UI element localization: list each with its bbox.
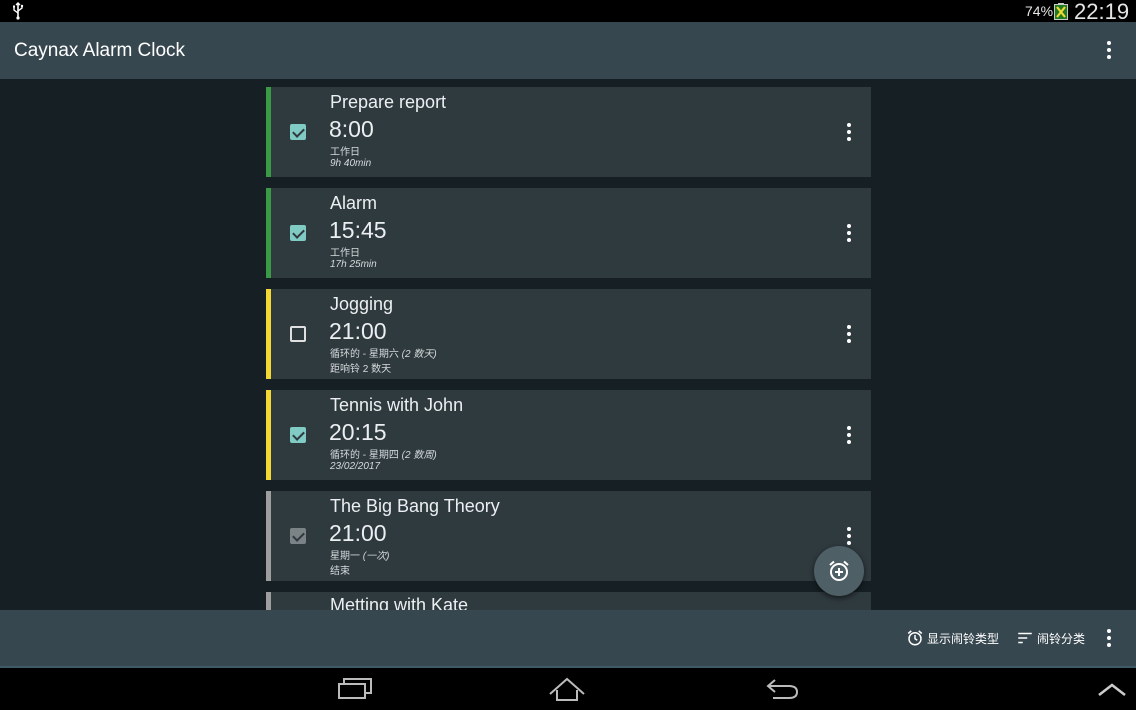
alarm-enabled-checkbox[interactable] <box>290 427 306 443</box>
alarm-card[interactable]: Alarm 15:45 工作日 17h 25min <box>266 188 871 278</box>
alarm-time: 15:45 <box>329 217 387 243</box>
status-bar: 74% 22:19 <box>0 0 1136 24</box>
add-alarm-icon <box>829 560 849 581</box>
sort-alarms-label: 闹铃分类 <box>1037 631 1086 646</box>
alarm-type-accent <box>266 491 271 581</box>
app-title: Caynax Alarm Clock <box>14 40 186 61</box>
alarm-time: 8:00 <box>329 116 374 142</box>
alarm-days: 循环的 - 星期四 (2 数周) <box>330 446 437 461</box>
alarm-status: 结束 <box>330 566 350 577</box>
alarm-type-accent <box>266 289 271 379</box>
alarm-type-accent <box>266 390 271 480</box>
show-alarm-types-label: 显示闹铃类型 <box>927 631 1000 646</box>
add-alarm-button[interactable] <box>814 546 864 596</box>
alarm-remaining: 17h 25min <box>330 259 377 270</box>
alarm-overflow-icon[interactable] <box>839 423 859 447</box>
show-alarm-types-button[interactable]: 显示闹铃类型 <box>906 628 999 648</box>
alarm-card[interactable]: Prepare report 8:00 工作日 9h 40min <box>266 87 871 177</box>
alarm-time: 21:00 <box>329 318 387 344</box>
alarm-overflow-icon[interactable] <box>839 322 859 346</box>
bottom-action-bar: 显示闹铃类型 闹铃分类 <box>0 610 1136 667</box>
alarm-card[interactable]: Metting with Kate <box>266 592 871 610</box>
alarm-overflow-icon[interactable] <box>839 221 859 245</box>
alarm-enabled-checkbox[interactable] <box>290 225 306 241</box>
alarm-days-text: 循环的 - 星期四 <box>330 450 402 461</box>
recent-apps-icon[interactable] <box>336 674 374 704</box>
alarm-type-accent <box>266 87 271 177</box>
alarm-time: 20:15 <box>329 419 387 445</box>
alarm-date: 23/02/2017 <box>330 461 381 472</box>
alarm-enabled-checkbox <box>290 528 306 544</box>
alarm-name: The Big Bang Theory <box>330 496 500 516</box>
alarm-remaining: 9h 40min <box>330 158 372 169</box>
alarm-type-accent <box>266 592 271 610</box>
alarm-list: Prepare report 8:00 工作日 9h 40min Alarm 1… <box>0 79 1136 610</box>
battery-icon <box>1054 3 1068 20</box>
app-bar: Caynax Alarm Clock <box>0 22 1136 79</box>
alarm-days: 星期一 (一次) <box>330 547 389 562</box>
alarm-card[interactable]: Tennis with John 20:15 循环的 - 星期四 (2 数周) … <box>266 390 871 480</box>
alarm-name: Alarm <box>330 193 378 213</box>
overflow-menu-icon[interactable] <box>1099 38 1119 62</box>
alarm-repeat-text: (一次) <box>362 551 390 562</box>
alarm-name: Jogging <box>330 294 394 314</box>
alarm-days-text: 循环的 - 星期六 <box>330 349 402 360</box>
sort-alarms-button[interactable]: 闹铃分类 <box>1016 628 1085 648</box>
battery-percent: 74% <box>1025 3 1054 19</box>
alarm-name: Prepare report <box>330 92 447 112</box>
alarm-enabled-checkbox[interactable] <box>290 124 306 140</box>
alarm-enabled-checkbox[interactable] <box>290 326 306 342</box>
alarm-time: 21:00 <box>329 520 387 546</box>
home-icon[interactable] <box>547 674 587 704</box>
alarm-overflow-icon[interactable] <box>839 120 859 144</box>
usb-icon <box>13 2 24 20</box>
alarm-repeat-text: (2 数周) <box>401 450 437 461</box>
alarm-days: 工作日 <box>330 147 360 158</box>
alarm-overflow-icon[interactable] <box>839 524 859 548</box>
alarm-card[interactable]: The Big Bang Theory 21:00 星期一 (一次) 结束 <box>266 491 871 581</box>
alarm-days: 循环的 - 星期六 (2 数天) <box>330 345 437 360</box>
chevron-up-icon[interactable] <box>1096 680 1128 700</box>
sort-icon <box>1018 632 1032 644</box>
alarm-name: Metting with Kate <box>330 595 469 610</box>
alarm-card[interactable]: Jogging 21:00 循环的 - 星期六 (2 数天) 距响铃 2 数天 <box>266 289 871 379</box>
alarm-repeat-text: (2 数天) <box>401 349 437 360</box>
alarm-remaining: 距响铃 2 数天 <box>330 364 392 375</box>
back-icon[interactable] <box>763 674 801 704</box>
overflow-menu-icon[interactable] <box>1099 626 1119 650</box>
alarm-days-text: 星期一 <box>330 551 363 562</box>
alarm-type-accent <box>266 188 271 278</box>
alarm-days: 工作日 <box>330 248 360 259</box>
screen: 74% 22:19 Caynax Alarm Clock Prepare rep… <box>0 0 1136 710</box>
alarm-name: Tennis with John <box>330 395 464 415</box>
alarm-clock-icon <box>907 630 923 646</box>
navigation-bar <box>0 668 1136 710</box>
